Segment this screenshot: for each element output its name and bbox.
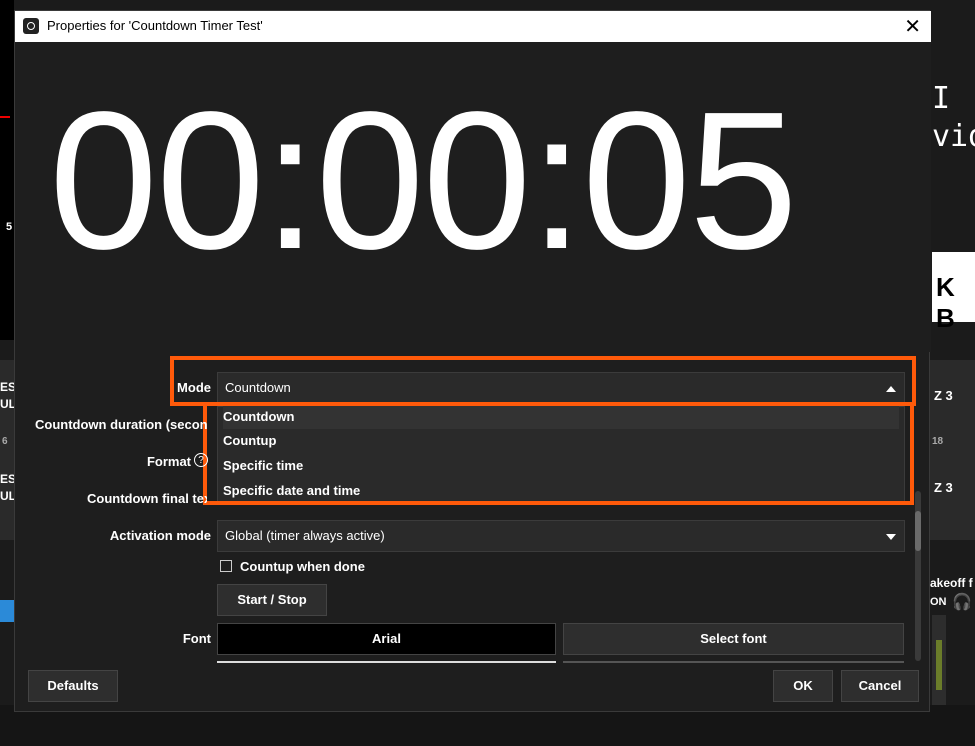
background-text: 18 <box>932 436 944 447</box>
background-text: 5 <box>6 221 13 233</box>
format-label: Format <box>146 454 191 469</box>
background-text: I vid <box>932 81 975 154</box>
chevron-down-icon <box>886 534 896 540</box>
defaults-button[interactable]: Defaults <box>28 670 118 702</box>
background-text: K B <box>932 252 975 333</box>
activation-mode-label: Activation mode <box>109 528 211 543</box>
ok-button[interactable]: OK <box>773 670 833 702</box>
font-label: Font <box>182 631 211 646</box>
close-icon[interactable]: ✕ <box>904 14 921 39</box>
font-preview: Arial <box>217 623 556 655</box>
start-stop-button[interactable]: Start / Stop <box>217 584 327 616</box>
obs-app-icon <box>23 18 39 34</box>
background-red-line <box>0 116 10 118</box>
scrollbar-thumb[interactable] <box>915 511 921 551</box>
cancel-button[interactable]: Cancel <box>841 670 919 702</box>
background-panel <box>0 0 14 340</box>
duration-label: Countdown duration (seconds <box>35 417 207 432</box>
help-icon[interactable]: ? <box>194 453 208 467</box>
background-right-panel <box>930 360 975 540</box>
title-bar: Properties for 'Countdown Timer Test' ✕ <box>15 11 931 42</box>
background-text: 6 <box>2 436 8 447</box>
audio-meter-level <box>936 640 942 690</box>
background-blue-button <box>0 600 14 622</box>
background-text: ON <box>930 596 947 608</box>
headphones-icon: 🎧 <box>952 594 972 611</box>
highlight-box-mode <box>170 356 916 406</box>
timer-preview-text: 00:00:05 <box>49 71 798 290</box>
countup-when-done-checkbox[interactable] <box>220 560 232 572</box>
highlight-box-options <box>203 402 914 505</box>
button-edge <box>563 661 904 663</box>
background-text: akeoff f <box>930 576 973 590</box>
select-font-button[interactable]: Select font <box>563 623 904 655</box>
background-text: Z 3 <box>934 388 953 403</box>
color-swatch-edge <box>217 661 556 663</box>
activation-mode-select[interactable]: Global (timer always active) <box>217 520 905 552</box>
properties-dialog: Properties for 'Countdown Timer Test' ✕ … <box>14 10 931 712</box>
countup-when-done-label: Countup when done <box>240 559 365 574</box>
dialog-title: Properties for 'Countdown Timer Test' <box>47 18 263 33</box>
activation-mode-value: Global (timer always active) <box>225 528 385 543</box>
background-text: Z 3 <box>934 480 953 495</box>
final-text-label: Countdown final tex <box>87 491 207 506</box>
